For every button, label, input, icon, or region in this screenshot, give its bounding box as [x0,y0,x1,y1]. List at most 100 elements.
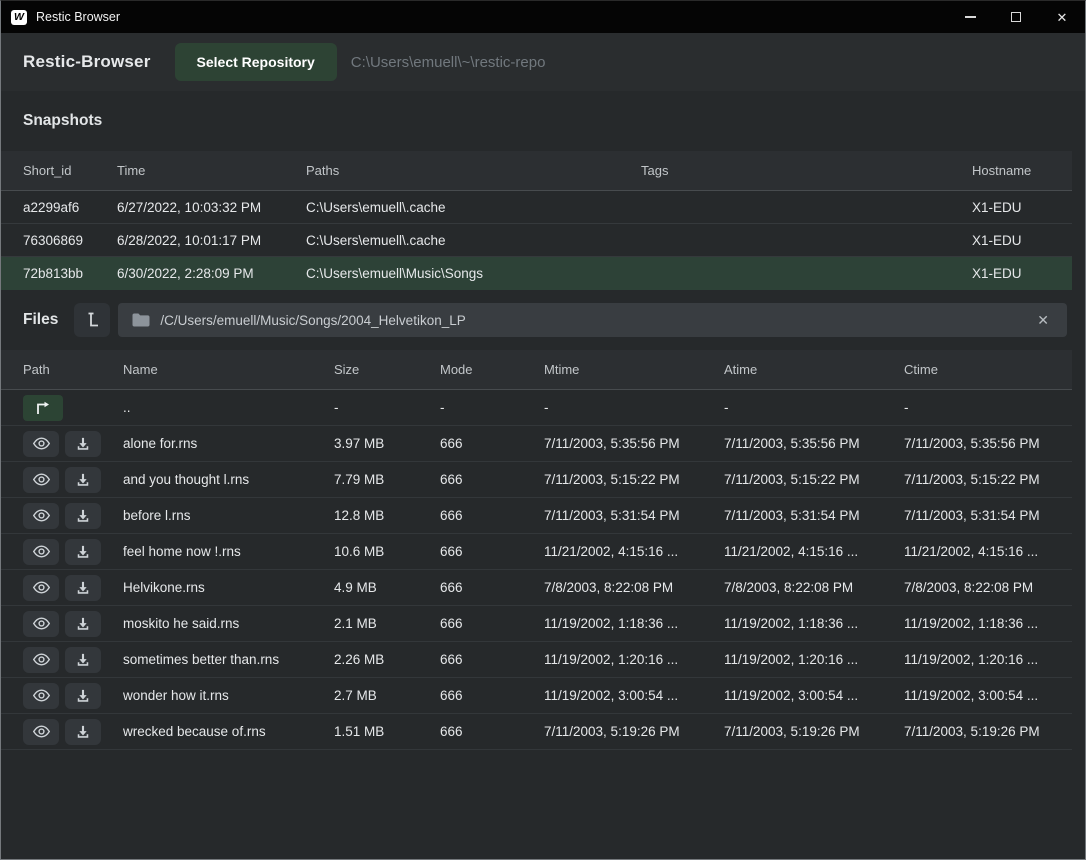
preview-file-button[interactable] [23,539,59,565]
app-window: W Restic Browser ✕ Restic-Browser Select… [0,0,1086,860]
files-heading: Files [23,311,58,329]
empty-area [1,750,1085,859]
preview-file-button[interactable] [23,683,59,709]
preview-file-button[interactable] [23,611,59,637]
file-row: wonder how it.rns 2.7 MB 666 11/19/2002,… [1,678,1072,714]
app-title: Restic-Browser [23,52,151,72]
download-icon [76,437,90,451]
download-file-button[interactable] [65,539,101,565]
files-path-field[interactable]: /C/Users/emuell/Music/Songs/2004_Helveti… [118,303,1067,337]
eye-icon [33,437,50,450]
eye-icon [33,509,50,522]
files-toolbar: Files /C/Users/emuell/Music/Songs/2004_H… [1,290,1085,350]
file-name: moskito he said.rns [123,616,334,631]
file-row: Helvikone.rns 4.9 MB 666 7/8/2003, 8:22:… [1,570,1072,606]
preview-file-button[interactable] [23,467,59,493]
parent-directory-row: .. - - - - - [1,390,1072,426]
file-row: feel home now !.rns 10.6 MB 666 11/21/20… [1,534,1072,570]
go-to-parent-button[interactable] [23,395,63,421]
file-size: 2.1 MB [334,616,440,631]
file-atime: - [724,400,904,415]
eye-icon [33,545,50,558]
select-repository-button[interactable]: Select Repository [175,43,337,81]
snapshots-heading: Snapshots [23,112,102,130]
preview-file-button[interactable] [23,647,59,673]
file-name: alone for.rns [123,436,334,451]
maximize-button[interactable] [993,1,1039,33]
download-file-button[interactable] [65,575,101,601]
preview-file-button[interactable] [23,431,59,457]
file-mode: - [440,400,544,415]
column-header-tags: Tags [641,163,972,178]
download-file-button[interactable] [65,719,101,745]
file-row: wrecked because of.rns 1.51 MB 666 7/11/… [1,714,1072,750]
file-ctime: 7/11/2003, 5:35:56 PM [904,436,1072,451]
file-atime: 7/11/2003, 5:31:54 PM [724,508,904,523]
file-size: 3.97 MB [334,436,440,451]
file-size: 2.7 MB [334,688,440,703]
file-atime: 11/19/2002, 1:20:16 ... [724,652,904,667]
parent-directory-icon [34,401,52,415]
file-atime: 11/19/2002, 1:18:36 ... [724,616,904,631]
file-mtime: 11/19/2002, 1:20:16 ... [544,652,724,667]
download-file-button[interactable] [65,647,101,673]
preview-file-button[interactable] [23,503,59,529]
file-mtime: 11/19/2002, 1:18:36 ... [544,616,724,631]
clear-path-button[interactable]: ✕ [1033,311,1053,329]
snapshot-hostname: X1-EDU [972,266,1072,281]
snapshot-row[interactable]: 76306869 6/28/2022, 10:01:17 PM C:\Users… [1,224,1072,257]
repository-path-field[interactable]: C:\Users\emuell\~\restic-repo [351,54,546,71]
file-mtime: 7/8/2003, 8:22:08 PM [544,580,724,595]
download-file-button[interactable] [65,467,101,493]
file-row: moskito he said.rns 2.1 MB 666 11/19/200… [1,606,1072,642]
file-ctime: 11/19/2002, 3:00:54 ... [904,688,1072,703]
file-name: Helvikone.rns [123,580,334,595]
file-size: 4.9 MB [334,580,440,595]
window-title: Restic Browser [36,10,120,24]
snapshot-paths: C:\Users\emuell\Music\Songs [306,266,641,281]
file-mtime: 7/11/2003, 5:31:54 PM [544,508,724,523]
file-atime: 11/21/2002, 4:15:16 ... [724,544,904,559]
snapshot-paths: C:\Users\emuell\.cache [306,233,641,248]
snapshot-root-button[interactable] [74,303,110,337]
file-name: sometimes better than.rns [123,652,334,667]
file-name: before l.rns [123,508,334,523]
snapshot-row[interactable]: a2299af6 6/27/2022, 10:03:32 PM C:\Users… [1,191,1072,224]
download-file-button[interactable] [65,431,101,457]
tree-root-icon [85,312,100,328]
preview-file-button[interactable] [23,719,59,745]
download-icon [76,725,90,739]
file-size: - [334,400,440,415]
clear-icon: ✕ [1037,312,1049,328]
file-mode: 666 [440,508,544,523]
file-mode: 666 [440,724,544,739]
download-file-button[interactable] [65,611,101,637]
download-file-button[interactable] [65,683,101,709]
folder-icon [132,313,150,327]
snapshot-short-id: 72b813bb [23,266,117,281]
eye-icon [33,689,50,702]
titlebar: W Restic Browser ✕ [1,1,1085,33]
file-ctime: 11/19/2002, 1:20:16 ... [904,652,1072,667]
eye-icon [33,617,50,630]
snapshot-time: 6/27/2022, 10:03:32 PM [117,200,306,215]
minimize-button[interactable] [947,1,993,33]
preview-file-button[interactable] [23,575,59,601]
snapshot-short-id: 76306869 [23,233,117,248]
download-icon [76,689,90,703]
files-table-body: alone for.rns 3.97 MB 666 7/11/2003, 5:3… [1,426,1085,750]
file-row: before l.rns 12.8 MB 666 7/11/2003, 5:31… [1,498,1072,534]
download-file-button[interactable] [65,503,101,529]
file-mtime: - [544,400,724,415]
snapshot-row[interactable]: 72b813bb 6/30/2022, 2:28:09 PM C:\Users\… [1,257,1072,290]
file-row: sometimes better than.rns 2.26 MB 666 11… [1,642,1072,678]
maximize-icon [1011,12,1021,22]
close-button[interactable]: ✕ [1039,1,1085,33]
file-row: and you thought l.rns 7.79 MB 666 7/11/2… [1,462,1072,498]
file-size: 7.79 MB [334,472,440,487]
eye-icon [33,725,50,738]
file-size: 10.6 MB [334,544,440,559]
file-ctime: 7/8/2003, 8:22:08 PM [904,580,1072,595]
file-size: 1.51 MB [334,724,440,739]
window-controls: ✕ [947,1,1085,33]
